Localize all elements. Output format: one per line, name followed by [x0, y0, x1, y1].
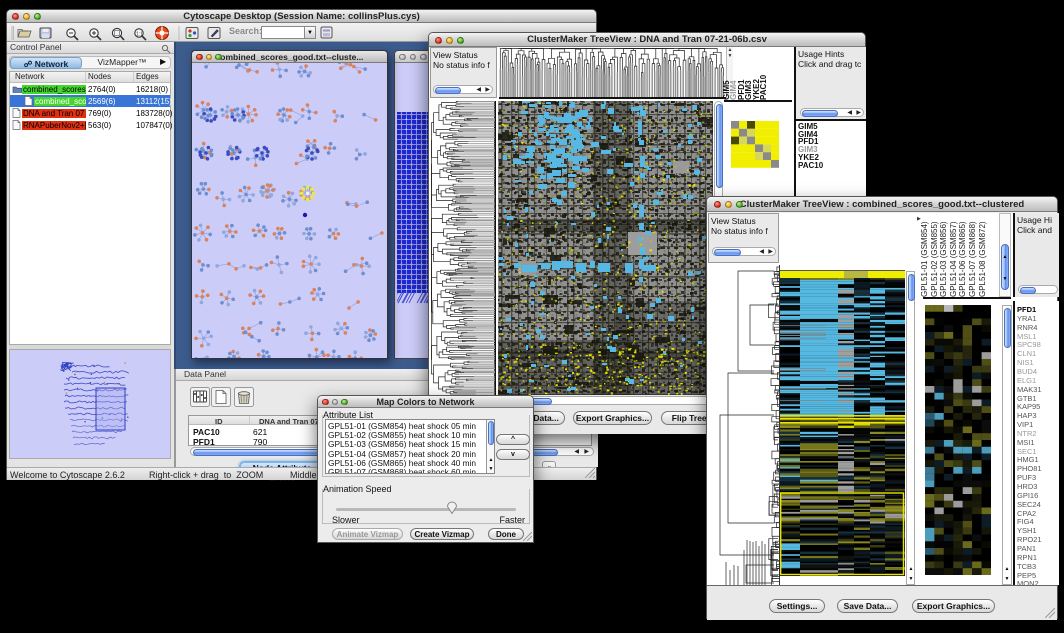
svg-text:1:1: 1:1	[136, 32, 143, 38]
